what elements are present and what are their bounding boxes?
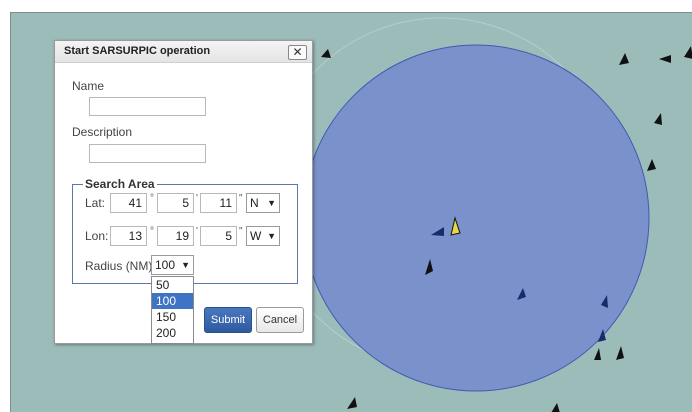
lat-degrees-input[interactable]: 41: [110, 193, 147, 213]
radius-option[interactable]: 200: [152, 325, 193, 341]
radius-value: 100: [155, 258, 176, 272]
lat-hemisphere-value: N: [250, 196, 259, 210]
radius-option[interactable]: 50: [152, 277, 193, 293]
lon-seconds-input[interactable]: 5: [200, 226, 237, 246]
description-label: Description: [72, 125, 133, 139]
radius-label: Radius (NM): [85, 259, 153, 273]
second-symbol: ": [239, 226, 243, 237]
vessel-icon[interactable]: [654, 113, 662, 125]
chevron-down-icon: ▼: [181, 260, 190, 270]
vessel-icon[interactable]: [616, 346, 624, 360]
vessel-icon[interactable]: [659, 55, 671, 63]
lon-label: Lon:: [85, 229, 109, 243]
dialog-title: Start SARSURPIC operation: [64, 45, 211, 57]
name-input[interactable]: [89, 97, 206, 116]
second-symbol: ": [239, 193, 243, 204]
minute-symbol: ': [196, 226, 198, 237]
radius-select[interactable]: 100 ▼: [151, 255, 194, 275]
submit-button[interactable]: Submit: [204, 307, 252, 333]
lat-minutes-input[interactable]: 5: [157, 193, 194, 213]
radius-option[interactable]: 150: [152, 309, 193, 325]
cancel-button[interactable]: Cancel: [256, 307, 304, 333]
lat-seconds-input[interactable]: 11: [200, 193, 237, 213]
search-area-legend: Search Area: [85, 177, 155, 191]
lon-minutes-input[interactable]: 19: [157, 226, 194, 246]
vessel-icon[interactable]: [684, 46, 692, 59]
vessel-icon[interactable]: [594, 348, 601, 360]
lon-degrees-input[interactable]: 13: [110, 226, 147, 246]
vessel-icon[interactable]: [619, 53, 629, 65]
vessel-icon[interactable]: [551, 403, 560, 412]
dialog-titlebar[interactable]: Start SARSURPIC operation ✕: [55, 41, 312, 63]
degree-symbol: °: [150, 193, 154, 204]
description-input[interactable]: [89, 144, 206, 163]
chevron-down-icon: ▼: [267, 231, 276, 241]
close-icon[interactable]: ✕: [288, 45, 307, 60]
lon-hemisphere-select[interactable]: W ▼: [246, 226, 280, 246]
radius-option-selected[interactable]: 100: [152, 293, 193, 309]
degree-symbol: °: [150, 226, 154, 237]
vessel-icon[interactable]: [321, 49, 331, 58]
vessel-icon[interactable]: [647, 159, 656, 171]
vessel-icon[interactable]: [347, 397, 357, 409]
search-area-circle: [302, 44, 650, 392]
start-operation-dialog: Start SARSURPIC operation ✕ Name Descrip…: [54, 40, 313, 344]
radius-dropdown-list: 50 100 150 200: [151, 276, 194, 344]
minute-symbol: ': [196, 193, 198, 204]
name-label: Name: [72, 79, 105, 93]
lat-hemisphere-select[interactable]: N ▼: [246, 193, 280, 213]
chevron-down-icon: ▼: [267, 198, 276, 208]
lon-hemisphere-value: W: [250, 229, 262, 243]
lat-label: Lat:: [85, 196, 106, 210]
